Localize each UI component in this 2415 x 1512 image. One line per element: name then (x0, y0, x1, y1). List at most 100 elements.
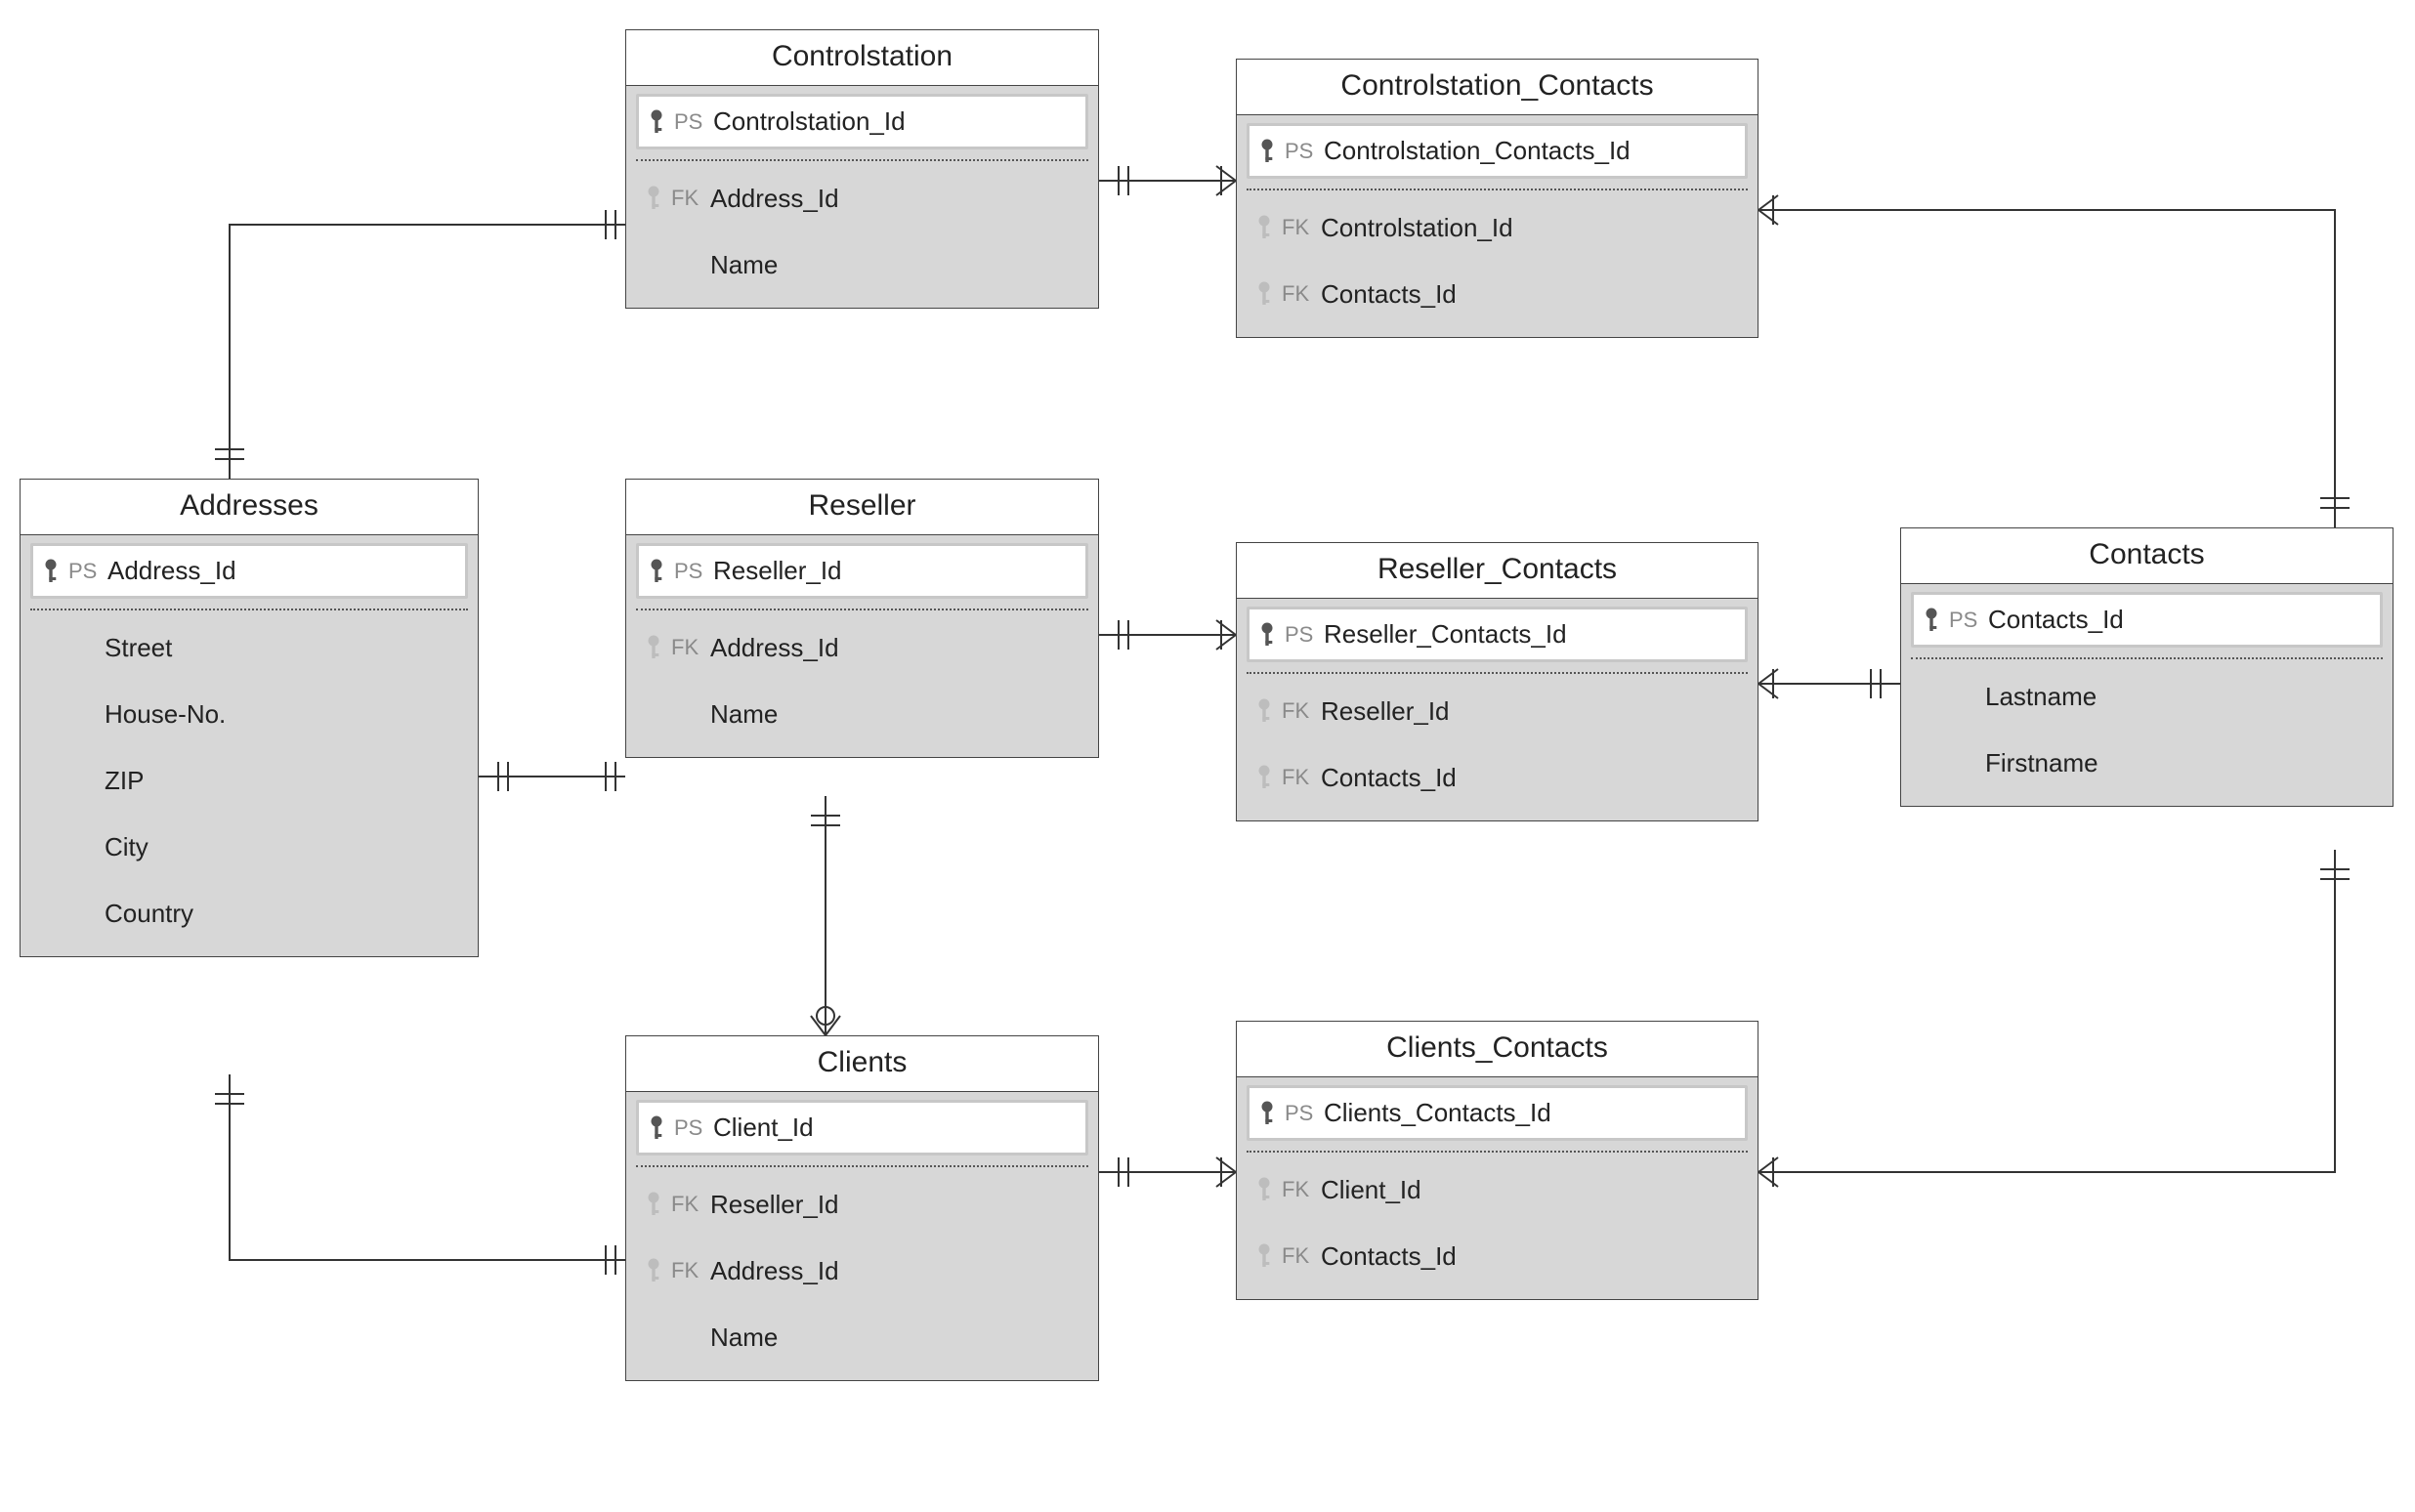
column-label: Reseller_Contacts_Id (1324, 619, 1735, 650)
column-label: Client_Id (1321, 1175, 1738, 1205)
pk-separator (30, 609, 468, 610)
primary-key-row: PSControlstation_Contacts_Id (1247, 123, 1748, 179)
entity-reseller_contacts: Reseller_Contacts PS Reseller_Contacts_Id… (1236, 542, 1758, 821)
entity-title: Clients (626, 1036, 1098, 1092)
column-row: FK Reseller_Id (636, 1171, 1088, 1238)
column-row: FK Contacts_Id (1247, 1223, 1748, 1289)
column-label: Controlstation_Id (1321, 213, 1738, 243)
entity-title: Controlstation_Contacts (1237, 60, 1758, 115)
key-icon (646, 1191, 661, 1218)
pk-separator (1247, 1151, 1748, 1153)
key-tag: FK (671, 1258, 700, 1283)
primary-key-row: PSClients_Contacts_Id (1247, 1085, 1748, 1141)
key-icon (646, 185, 661, 212)
pk-separator (1247, 672, 1748, 674)
column-row: FK Controlstation_Id (1247, 194, 1748, 261)
key-icon (649, 108, 664, 136)
key-tag: FK (1282, 765, 1311, 790)
key-tag: PS (1949, 608, 1978, 633)
column-row: FKAddress_Id (636, 165, 1088, 231)
key-icon (646, 1257, 661, 1284)
key-icon (1259, 138, 1275, 165)
column-label: Client_Id (713, 1113, 1076, 1143)
column-row: House-No. (30, 681, 468, 747)
key-tag: FK (1282, 281, 1311, 307)
key-icon (1259, 1100, 1275, 1127)
column-row: FK Address_Id (636, 1238, 1088, 1304)
key-tag: PS (68, 559, 98, 584)
column-label: Controlstation_Contacts_Id (1324, 136, 1735, 166)
key-icon (43, 558, 59, 585)
key-tag: PS (674, 109, 703, 135)
column-row: Name (636, 231, 1088, 298)
key-tag: FK (1282, 1243, 1311, 1269)
column-label: City (105, 832, 458, 862)
entity-body: PS Address_Id Street House-No. ZIP City Countr… (21, 535, 478, 956)
key-tag: PS (1285, 1101, 1314, 1126)
key-tag: FK (671, 635, 700, 660)
key-tag: PS (1285, 622, 1314, 648)
key-tag: FK (1282, 1177, 1311, 1202)
column-label: Country (105, 899, 458, 929)
key-icon (646, 634, 661, 661)
key-icon (1259, 621, 1275, 649)
column-row: FK Contacts_Id (1247, 744, 1748, 811)
column-label: Controlstation_Id (713, 106, 1076, 137)
column-label: Reseller_Id (710, 1190, 1079, 1220)
key-tag: FK (671, 186, 700, 211)
column-row: Name (636, 681, 1088, 747)
column-label: Address_Id (710, 633, 1079, 663)
column-label: Contacts_Id (1321, 1241, 1738, 1272)
column-row: FK Contacts_Id (1247, 261, 1748, 327)
column-row: Street (30, 614, 468, 681)
entity-title: Reseller_Contacts (1237, 543, 1758, 599)
entity-body: PSClient_Id FK Reseller_Id FK Address_Id Na… (626, 1092, 1098, 1380)
key-tag: FK (671, 1192, 700, 1217)
key-tag: FK (1282, 698, 1311, 724)
column-label: Contacts_Id (1321, 279, 1738, 310)
key-icon (1256, 1176, 1272, 1203)
entity-clients: Clients PSClient_Id FK Reseller_Id FK Addr… (625, 1035, 1099, 1381)
key-icon (649, 558, 664, 585)
column-label: Name (710, 699, 1079, 730)
key-icon (649, 1114, 664, 1142)
column-row: ZIP (30, 747, 468, 814)
column-label: Address_Id (710, 1256, 1079, 1286)
column-row: FK Address_Id (636, 614, 1088, 681)
column-label: House-No. (105, 699, 458, 730)
entity-body: PSReseller_Id FKAddress_IdName (626, 535, 1098, 757)
entity-title: Reseller (626, 480, 1098, 535)
entity-body: PSClients_Contacts_Id FK Client_Id FK Cont… (1237, 1077, 1758, 1299)
pk-separator (1247, 189, 1748, 190)
key-icon (1924, 607, 1939, 634)
pk-separator (636, 1165, 1088, 1167)
key-icon (1256, 214, 1272, 241)
key-icon (1256, 1242, 1272, 1270)
column-label: Firstname (1985, 748, 2373, 778)
entity-body: PS Controlstation_Id FKAddress_IdName (626, 86, 1098, 308)
column-row: Firstname (1911, 730, 2383, 796)
primary-key-row: PS Reseller_Contacts_Id (1247, 607, 1748, 662)
pk-separator (1911, 657, 2383, 659)
entity-body: PSContacts_IdLastnameFirstname (1901, 584, 2393, 806)
pk-separator (636, 609, 1088, 610)
entity-contacts: Contacts PSContacts_IdLastnameFirstname (1900, 527, 2394, 807)
column-row: Lastname (1911, 663, 2383, 730)
entity-clients_contacts: Clients_Contacts PSClients_Contacts_Id F… (1236, 1021, 1758, 1300)
primary-key-row: PS Controlstation_Id (636, 94, 1088, 149)
column-label: Reseller_Id (713, 556, 1076, 586)
column-label: Address_Id (107, 556, 455, 586)
key-icon (1256, 697, 1272, 725)
key-tag: FK (1282, 215, 1311, 240)
column-row: City (30, 814, 468, 880)
entity-title: Contacts (1901, 528, 2393, 584)
column-row: Name (636, 1304, 1088, 1370)
column-label: ZIP (105, 766, 458, 796)
primary-key-row: PSClient_Id (636, 1100, 1088, 1155)
primary-key-row: PS Address_Id (30, 543, 468, 599)
pk-separator (636, 159, 1088, 161)
entity-body: PSControlstation_Contacts_Id FK Controlst… (1237, 115, 1758, 337)
column-row: FKReseller_Id (1247, 678, 1748, 744)
entity-body: PS Reseller_Contacts_Id FKReseller_Id FK C… (1237, 599, 1758, 820)
column-label: Contacts_Id (1321, 763, 1738, 793)
